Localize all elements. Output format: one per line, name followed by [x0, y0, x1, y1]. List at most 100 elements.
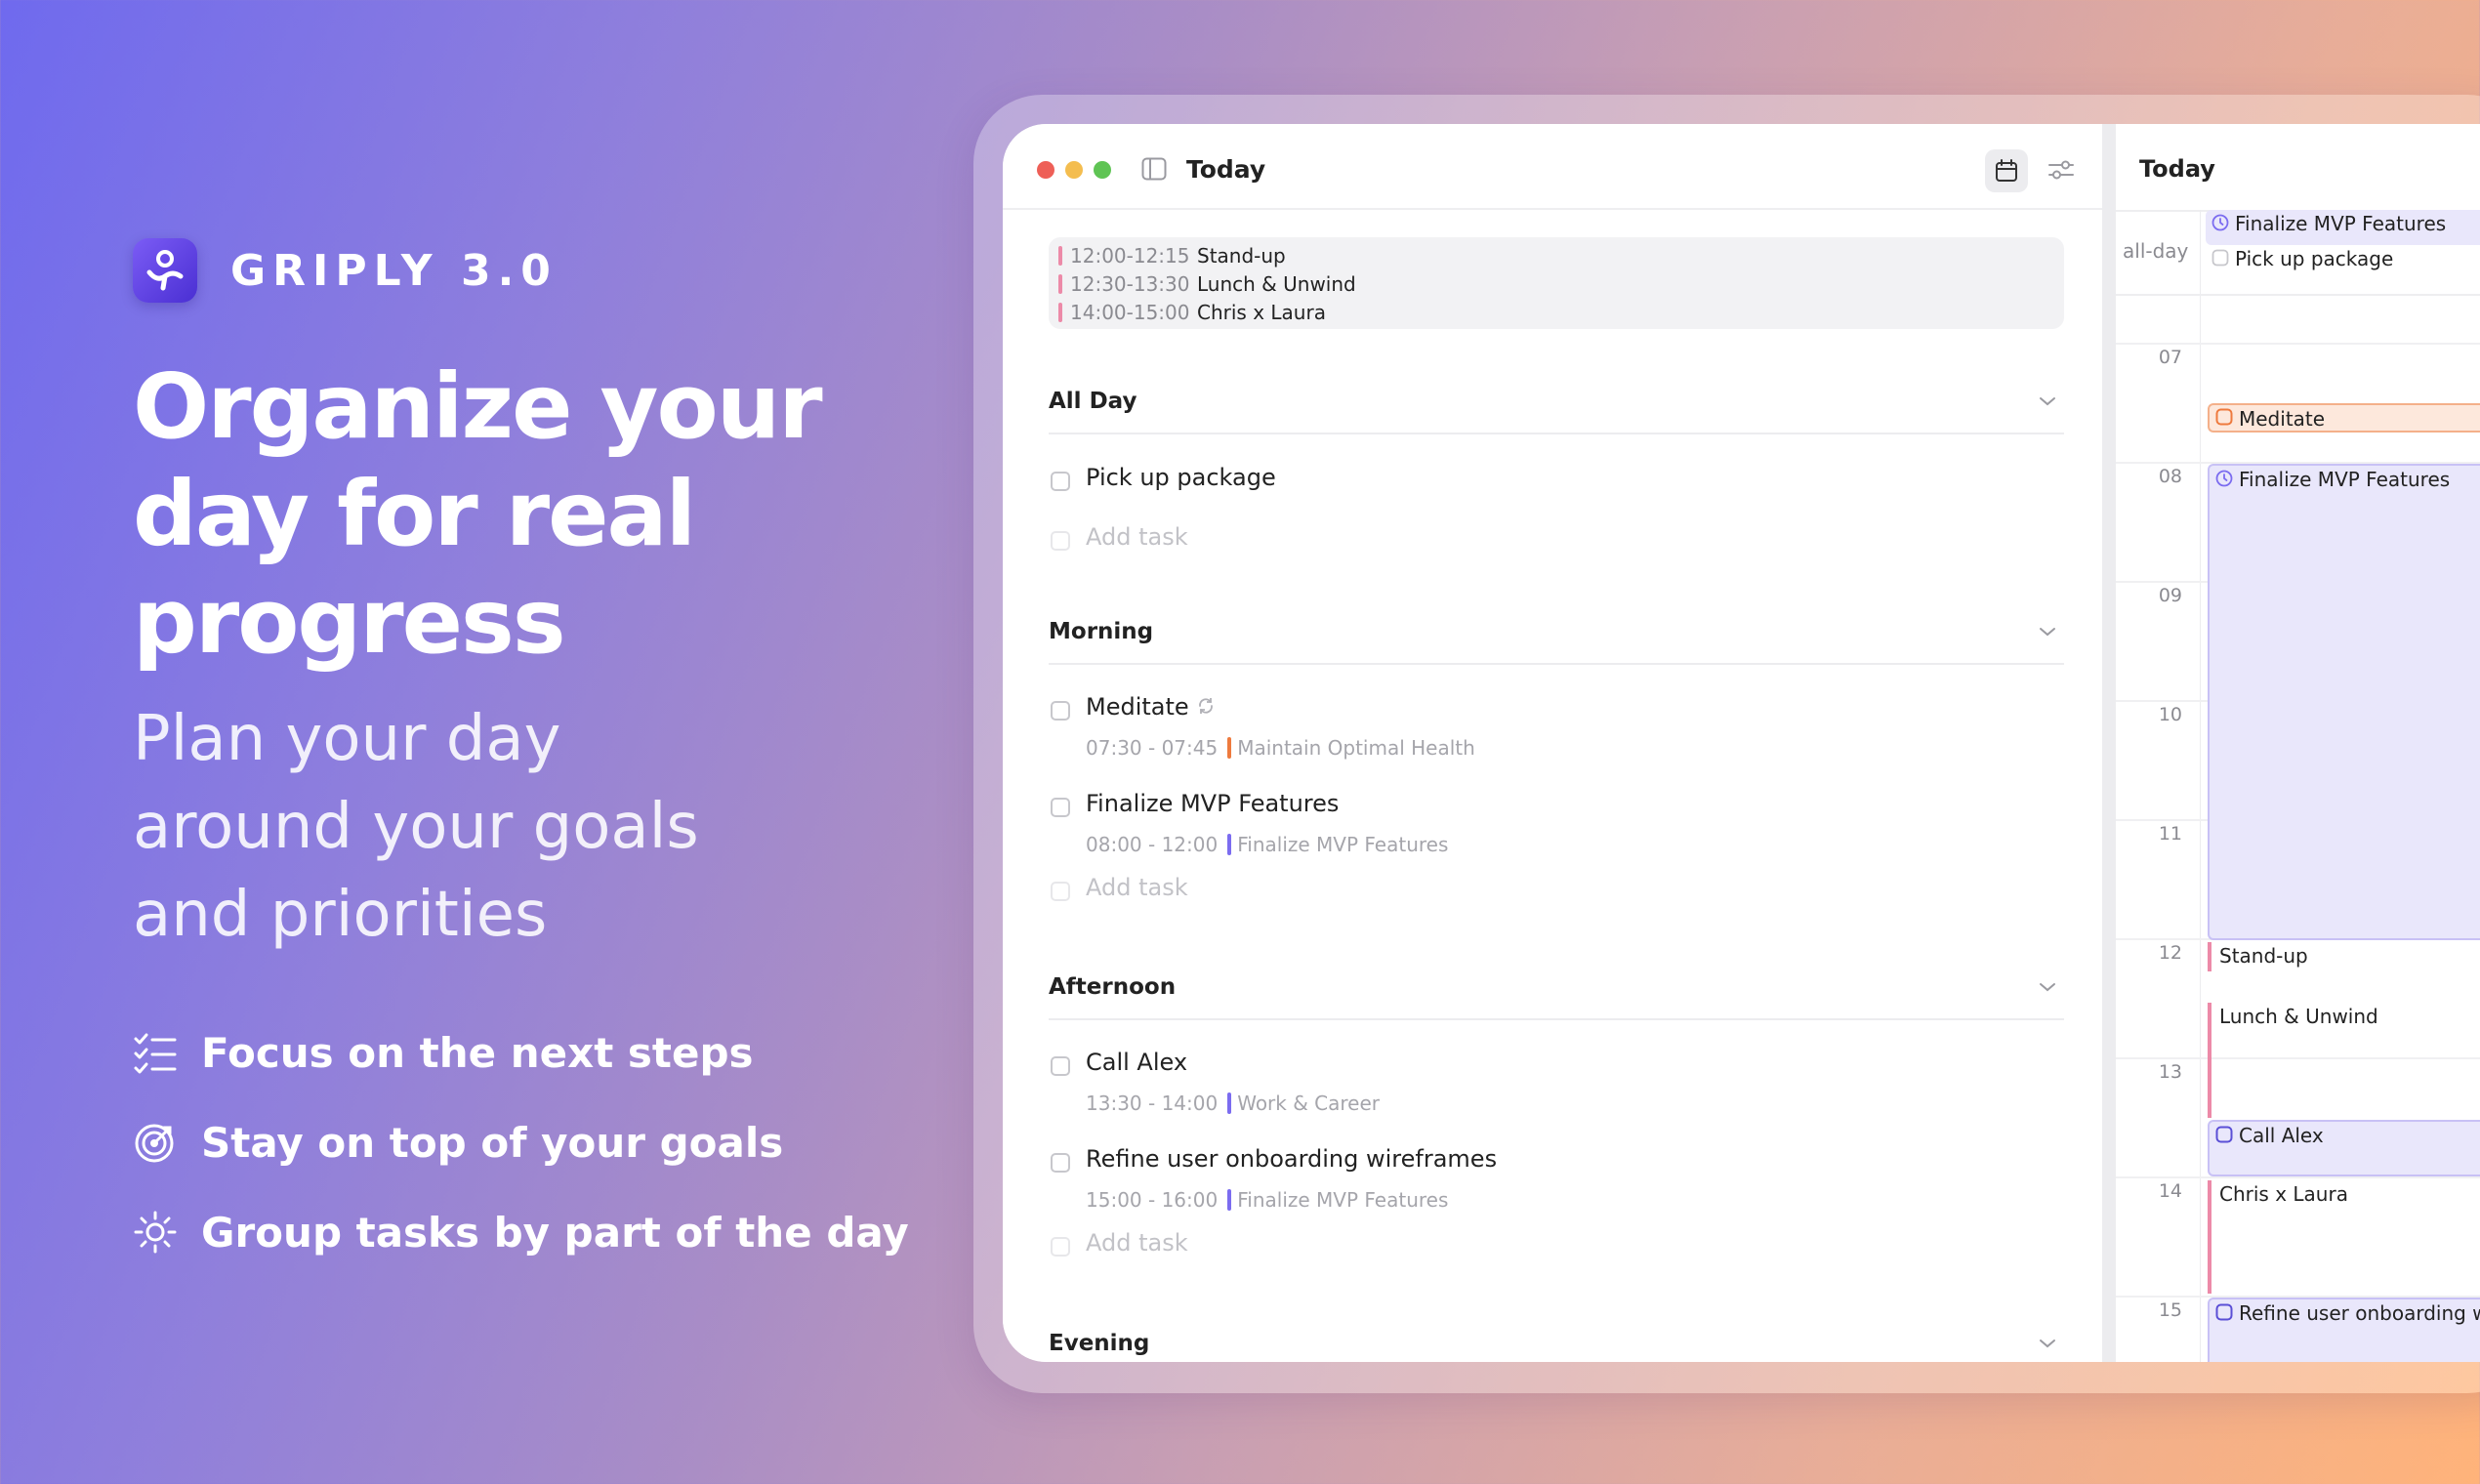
event-title: Meditate — [2239, 407, 2326, 431]
today-events-summary: 12:00-12:15 Stand-up 12:30-13:30 Lunch &… — [1049, 237, 2064, 329]
calendar-panel: Today all-day Finalize MVP Features Pick… — [2116, 124, 2480, 1362]
event-title: Pick up package — [2235, 247, 2394, 270]
minimize-window-button[interactable] — [1065, 161, 1083, 179]
task-goal[interactable]: Work & Career — [1237, 1092, 1380, 1115]
task-meta: 15:00 - 16:00 Finalize MVP Features — [1086, 1188, 1448, 1212]
task-time: 13:30 - 14:00 — [1086, 1092, 1219, 1115]
zoom-window-button[interactable] — [1094, 161, 1111, 179]
all-day-event[interactable]: Finalize MVP Features — [2206, 210, 2480, 245]
hour-label: 09 — [2158, 585, 2182, 606]
task-goal[interactable]: Finalize MVP Features — [1237, 833, 1448, 856]
all-day-label: all-day — [2123, 239, 2189, 263]
calendar-event-call-alex[interactable]: Call Alex — [2208, 1120, 2480, 1176]
event-row[interactable]: 12:30-13:30 Lunch & Unwind — [1058, 269, 1356, 298]
event-title: Call Alex — [2239, 1124, 2324, 1147]
event-time: 14:00-15:00 — [1070, 300, 1190, 324]
task-checkbox[interactable] — [1051, 1056, 1070, 1076]
chevron-down-icon[interactable] — [2039, 395, 2056, 407]
task-name: Pick up package — [1086, 464, 1276, 491]
event-title: Lunch & Unwind — [2219, 1005, 2378, 1028]
event-title: Finalize MVP Features — [2235, 212, 2447, 235]
griply-logo-icon — [133, 238, 197, 303]
calendar-event-chris-laura[interactable]: Chris x Laura — [2208, 1180, 2480, 1294]
section-title: All Day — [1049, 389, 1137, 414]
feature-label: Group tasks by part of the day — [201, 1208, 909, 1257]
event-time: 12:00-12:15 — [1070, 243, 1190, 268]
add-task-label: Add task — [1086, 1229, 1188, 1257]
event-title: Chris x Laura — [2219, 1182, 2348, 1206]
chevron-down-icon[interactable] — [2039, 626, 2056, 638]
hour-label: 13 — [2158, 1061, 2182, 1083]
sidebar-toggle-icon[interactable] — [1141, 157, 1167, 181]
calendar-title: Today — [2139, 155, 2215, 183]
task-checkbox[interactable] — [1051, 1153, 1070, 1173]
chevron-down-icon[interactable] — [2039, 1338, 2056, 1349]
calendar-event-refine-onboarding[interactable]: Refine user onboarding wireframes — [2208, 1298, 2480, 1362]
feature-list: Focus on the next steps Stay on top of y… — [133, 1008, 909, 1277]
hour-label: 12 — [2158, 942, 2182, 964]
subheadline-line: Plan your day — [133, 703, 561, 775]
task-name: Refine user onboarding wireframes — [1086, 1145, 1498, 1173]
filter-settings-icon[interactable] — [2047, 157, 2075, 183]
section-title: Morning — [1049, 619, 1154, 644]
feature-label: Stay on top of your goals — [201, 1118, 784, 1167]
calendar-event-standup[interactable]: Stand-up — [2208, 942, 2480, 971]
section-title: Evening — [1049, 1331, 1150, 1356]
event-name: Chris x Laura — [1197, 300, 1326, 324]
task-name: Finalize MVP Features — [1086, 790, 1340, 817]
target-icon — [135, 1124, 174, 1163]
checklist-icon — [134, 1033, 177, 1074]
section-afternoon: Afternoon Call Alex 13:30 - 14:00 Work &… — [1049, 956, 2064, 1307]
calendar-event-lunch[interactable]: Lunch & Unwind — [2208, 1003, 2480, 1118]
repeat-icon — [1198, 698, 1213, 714]
task-checkbox[interactable] — [1051, 701, 1070, 721]
section-morning: Morning Meditate 07:30 - 07:45 Maintain … — [1049, 600, 2064, 952]
section-header[interactable]: Evening — [1049, 1311, 2064, 1362]
add-task-label: Add task — [1086, 523, 1188, 551]
window-title: Today — [1186, 155, 1266, 184]
checkbox-icon — [2211, 249, 2229, 267]
task-checkbox[interactable] — [1051, 798, 1070, 817]
event-row[interactable]: 12:00-12:15 Stand-up — [1058, 241, 1286, 269]
calendar-event-meditate[interactable]: Meditate — [2208, 403, 2480, 433]
checkbox-icon — [2215, 1303, 2233, 1321]
clock-icon — [2211, 214, 2229, 231]
calendar-event-finalize-mvp[interactable]: Finalize MVP Features — [2208, 464, 2480, 940]
title-bar: Today — [1003, 124, 2102, 210]
section-header[interactable]: Afternoon — [1049, 956, 2064, 1020]
section-evening: Evening — [1049, 1311, 2064, 1362]
hour-label: 08 — [2158, 466, 2182, 487]
feature-item: Stay on top of your goals — [133, 1097, 909, 1187]
event-name: Lunch & Unwind — [1197, 271, 1356, 296]
task-time: 15:00 - 16:00 — [1086, 1188, 1219, 1212]
brand-name: GRIPLY 3.0 — [230, 245, 558, 296]
event-row[interactable]: 14:00-15:00 Chris x Laura — [1058, 298, 1326, 326]
chevron-down-icon[interactable] — [2039, 981, 2056, 993]
close-window-button[interactable] — [1037, 161, 1054, 179]
all-day-event[interactable]: Pick up package — [2206, 245, 2480, 278]
brand: GRIPLY 3.0 — [133, 238, 558, 303]
clock-icon — [2215, 470, 2233, 487]
feature-item: Focus on the next steps — [133, 1008, 909, 1097]
task-time: 07:30 - 07:45 — [1086, 736, 1219, 760]
feature-item: Group tasks by part of the day — [133, 1187, 909, 1277]
task-checkbox[interactable] — [1051, 472, 1070, 491]
task-goal[interactable]: Maintain Optimal Health — [1237, 736, 1475, 760]
headline-line: day for real — [133, 462, 696, 566]
hour-label: 07 — [2158, 347, 2182, 368]
task-goal[interactable]: Finalize MVP Features — [1237, 1188, 1448, 1212]
headline-line: Organize your — [133, 354, 823, 459]
sun-icon — [134, 1211, 177, 1254]
app-screen: Today 12:00-12:15 Stand-up 12:30-13:30 L… — [1003, 124, 2480, 1362]
headline-line: progress — [133, 569, 566, 674]
section-header[interactable]: Morning — [1049, 600, 2064, 665]
task-time: 08:00 - 12:00 — [1086, 833, 1219, 856]
calendar-icon — [1996, 159, 2017, 182]
checkbox-icon — [2215, 1126, 2233, 1143]
section-header[interactable]: All Day — [1049, 370, 2064, 434]
task-meta: 07:30 - 07:45 Maintain Optimal Health — [1086, 736, 1475, 760]
event-name: Stand-up — [1197, 243, 1286, 268]
feature-label: Focus on the next steps — [201, 1028, 754, 1077]
hour-label: 10 — [2158, 704, 2182, 725]
calendar-view-button[interactable] — [1985, 149, 2028, 192]
